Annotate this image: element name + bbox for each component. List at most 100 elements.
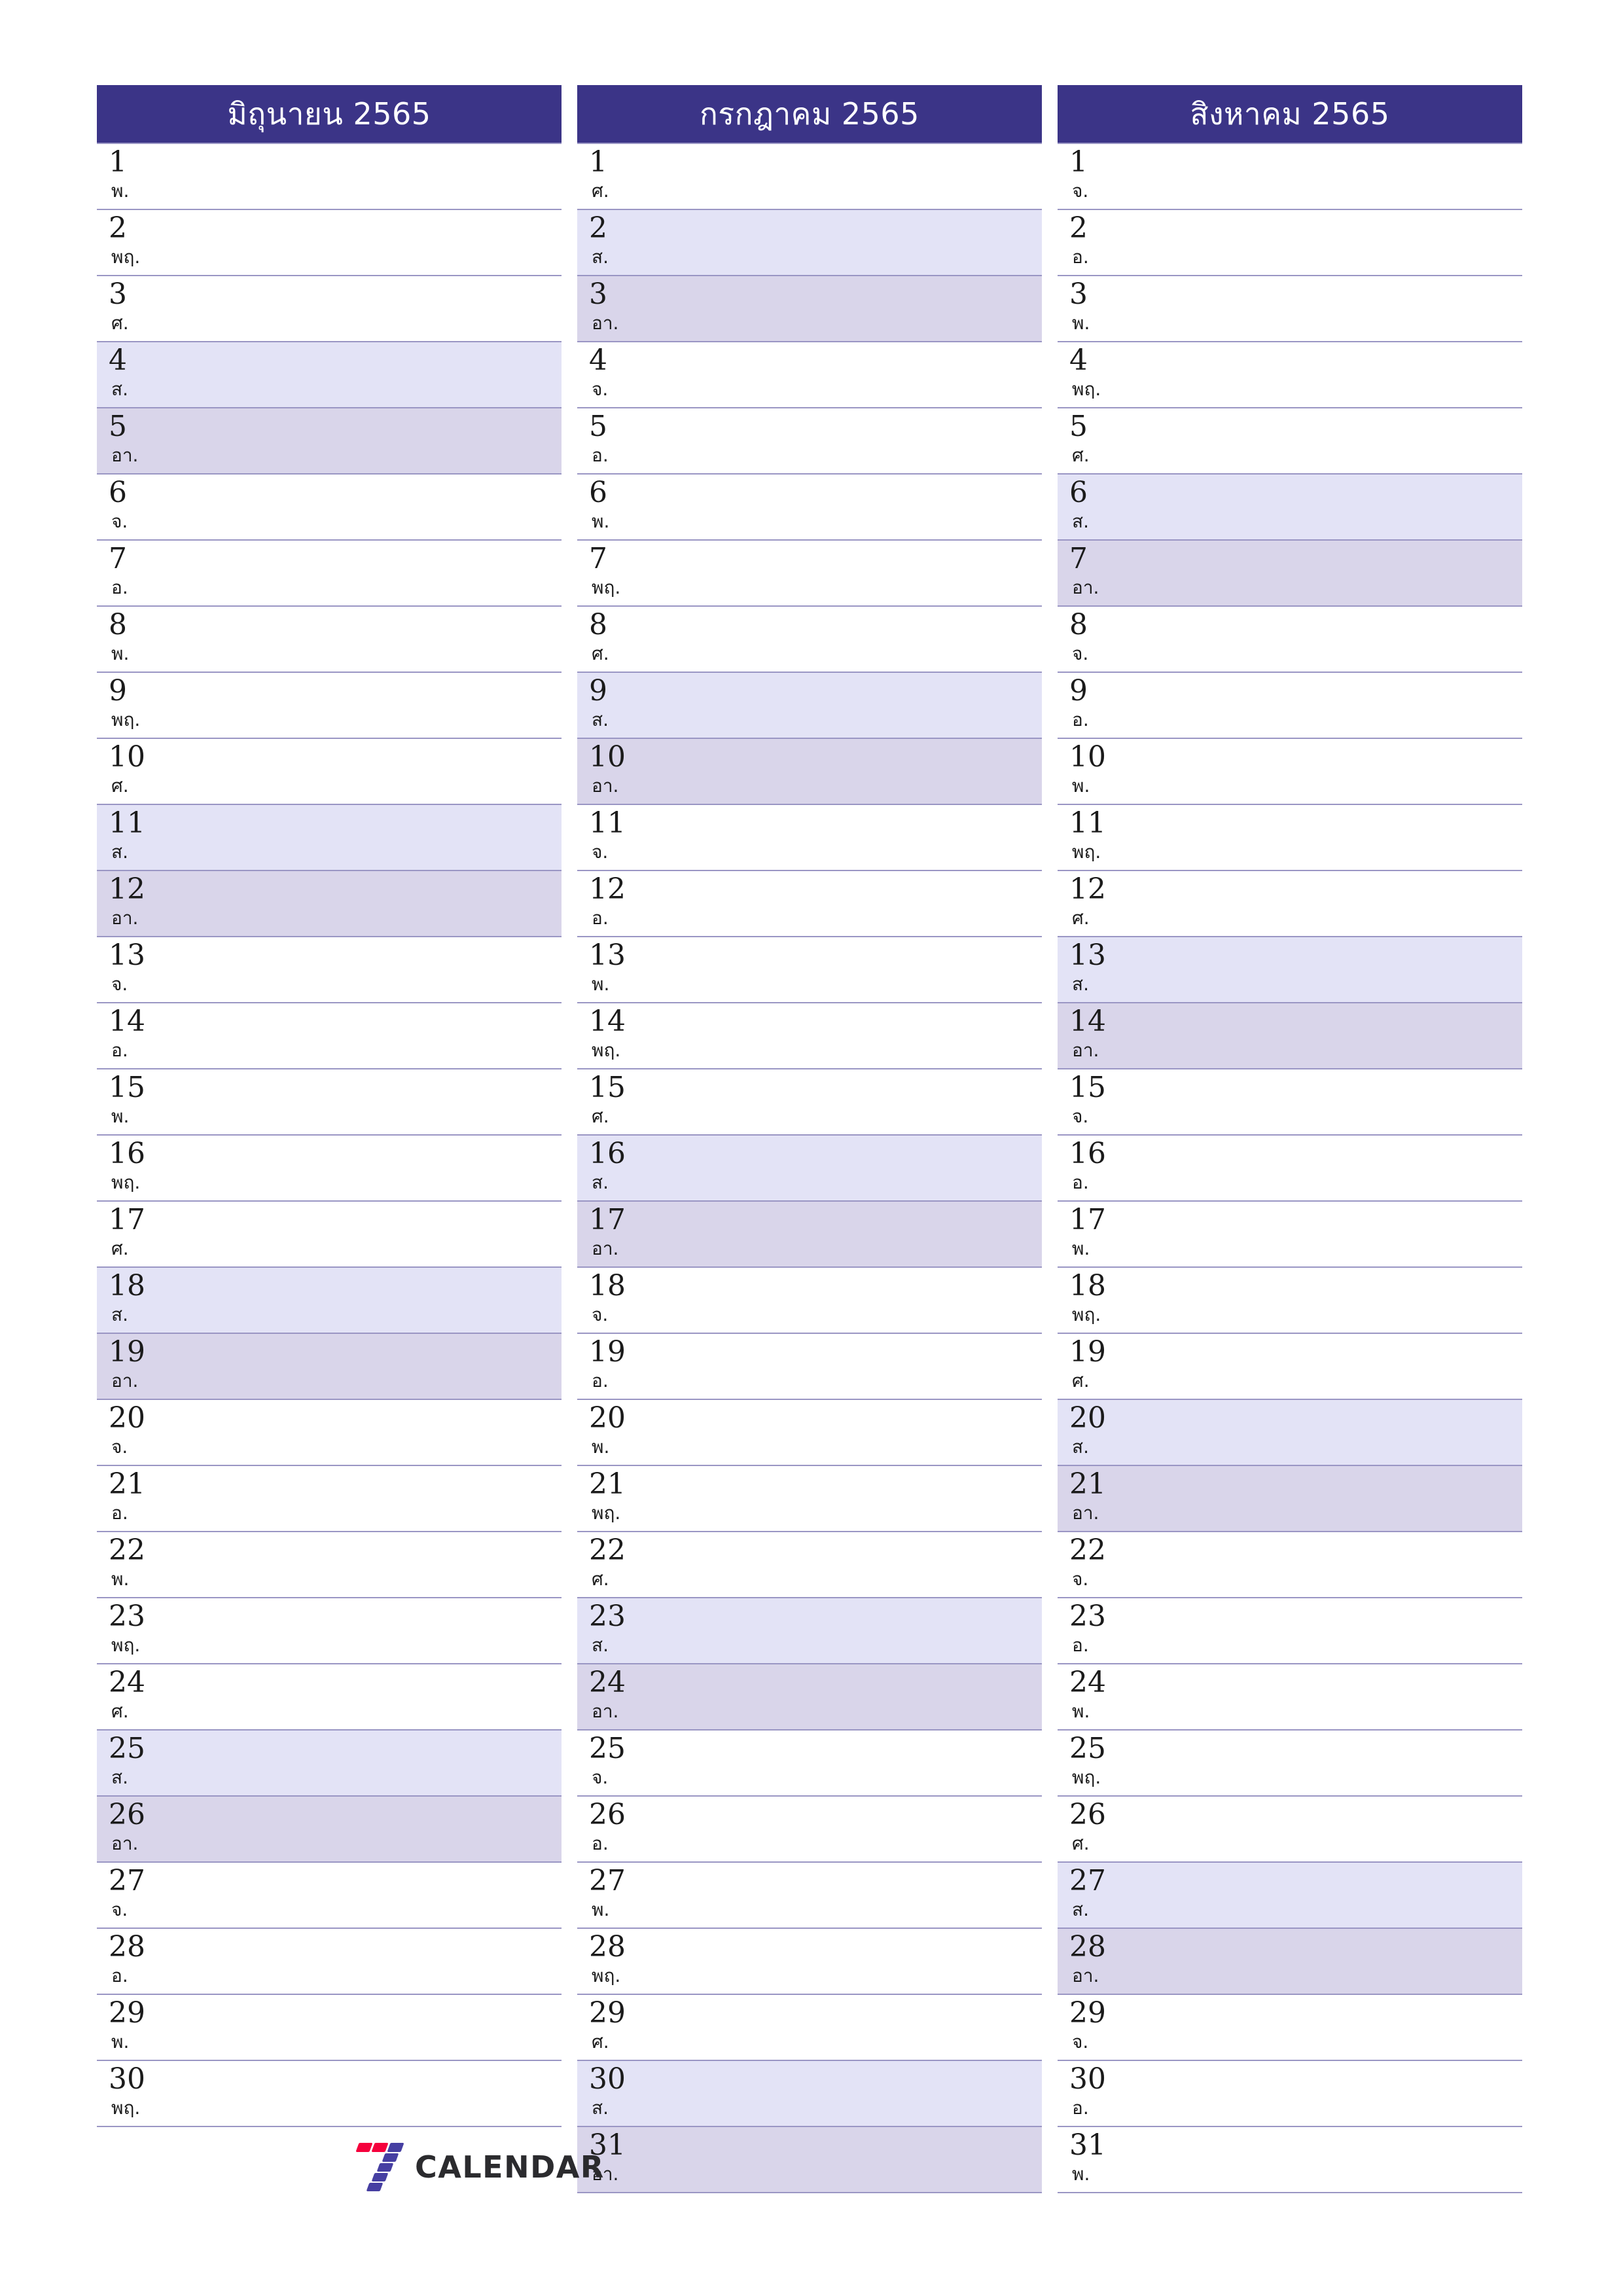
day-row[interactable]: 24 อา. — [577, 1664, 1042, 1731]
day-row[interactable]: 2 พฤ. — [97, 210, 562, 276]
day-row[interactable]: 28 อ. — [97, 1929, 562, 1995]
day-row[interactable]: 30 อ. — [1058, 2061, 1522, 2127]
day-row[interactable]: 9 ส. — [577, 673, 1042, 739]
day-row[interactable]: 21 อา. — [1058, 1466, 1522, 1532]
day-row[interactable]: 22 ศ. — [577, 1532, 1042, 1598]
day-row[interactable]: 17 อา. — [577, 1202, 1042, 1268]
day-row[interactable]: 16 ส. — [577, 1136, 1042, 1202]
day-number: 25 — [1069, 1732, 1106, 1765]
day-row[interactable]: 10 พ. — [1058, 739, 1522, 805]
day-row[interactable]: 15 พ. — [97, 1069, 562, 1136]
day-row[interactable]: 14 อ. — [97, 1003, 562, 1069]
day-row[interactable]: 13 พ. — [577, 937, 1042, 1003]
day-row[interactable]: 22 จ. — [1058, 1532, 1522, 1598]
day-weekday-abbr: อ. — [111, 1965, 128, 1986]
day-row[interactable]: 10 อา. — [577, 739, 1042, 805]
day-row[interactable]: 19 อา. — [97, 1334, 562, 1400]
day-row[interactable]: 4 จ. — [577, 342, 1042, 408]
day-row[interactable]: 16 พฤ. — [97, 1136, 562, 1202]
day-row[interactable]: 19 ศ. — [1058, 1334, 1522, 1400]
day-row[interactable]: 29 พ. — [97, 1995, 562, 2061]
day-row[interactable]: 26 ศ. — [1058, 1797, 1522, 1863]
day-row[interactable]: 13 ส. — [1058, 937, 1522, 1003]
day-row[interactable]: 3 อา. — [577, 276, 1042, 342]
day-row[interactable]: 31 อา. — [577, 2127, 1042, 2193]
day-row[interactable]: 29 ศ. — [577, 1995, 1042, 2061]
day-row[interactable]: 9 พฤ. — [97, 673, 562, 739]
day-row[interactable]: 6 พ. — [577, 475, 1042, 541]
day-row[interactable]: 8 จ. — [1058, 607, 1522, 673]
day-row[interactable]: 15 ศ. — [577, 1069, 1042, 1136]
day-row[interactable]: 7 อา. — [1058, 541, 1522, 607]
day-row[interactable]: 7 พฤ. — [577, 541, 1042, 607]
day-row[interactable]: 11 ส. — [97, 805, 562, 871]
day-row[interactable]: 4 พฤ. — [1058, 342, 1522, 408]
day-row[interactable]: 7 อ. — [97, 541, 562, 607]
day-row[interactable]: 20 จ. — [97, 1400, 562, 1466]
day-number: 3 — [589, 278, 607, 311]
day-row[interactable]: 6 ส. — [1058, 475, 1522, 541]
day-row[interactable]: 19 อ. — [577, 1334, 1042, 1400]
day-row[interactable]: 15 จ. — [1058, 1069, 1522, 1136]
day-row[interactable]: 20 พ. — [577, 1400, 1042, 1466]
day-row[interactable]: 5 อ. — [577, 408, 1042, 475]
day-row[interactable]: 26 อ. — [577, 1797, 1042, 1863]
day-row[interactable]: 5 อา. — [97, 408, 562, 475]
day-number: 12 — [589, 872, 626, 906]
day-row[interactable]: 17 พ. — [1058, 1202, 1522, 1268]
day-row[interactable]: 3 ศ. — [97, 276, 562, 342]
day-row[interactable]: 10 ศ. — [97, 739, 562, 805]
day-row[interactable]: 24 พ. — [1058, 1664, 1522, 1731]
day-row[interactable]: 25 จ. — [577, 1731, 1042, 1797]
day-row[interactable]: 26 อา. — [97, 1797, 562, 1863]
day-row[interactable]: 12 อา. — [97, 871, 562, 937]
day-row[interactable]: 2 ส. — [577, 210, 1042, 276]
day-row[interactable]: 21 อ. — [97, 1466, 562, 1532]
day-row[interactable]: 29 จ. — [1058, 1995, 1522, 2061]
day-row[interactable]: 1 ศ. — [577, 144, 1042, 210]
day-row[interactable]: 23 ส. — [577, 1598, 1042, 1664]
day-row[interactable]: 3 พ. — [1058, 276, 1522, 342]
day-row[interactable]: 25 ส. — [97, 1731, 562, 1797]
day-row[interactable]: 1 จ. — [1058, 144, 1522, 210]
day-row[interactable]: 16 อ. — [1058, 1136, 1522, 1202]
day-row[interactable]: 24 ศ. — [97, 1664, 562, 1731]
day-row[interactable]: 23 พฤ. — [97, 1598, 562, 1664]
day-row[interactable]: 22 พ. — [97, 1532, 562, 1598]
day-row[interactable]: 30 พฤ. — [97, 2061, 562, 2127]
brand-logo: CALENDAR — [347, 2142, 605, 2193]
day-row[interactable]: 20 ส. — [1058, 1400, 1522, 1466]
day-number: 12 — [1069, 872, 1106, 906]
day-row[interactable]: 11 จ. — [577, 805, 1042, 871]
day-row[interactable]: 21 พฤ. — [577, 1466, 1042, 1532]
day-row[interactable]: 25 พฤ. — [1058, 1731, 1522, 1797]
day-row[interactable]: 18 จ. — [577, 1268, 1042, 1334]
day-row[interactable]: 30 ส. — [577, 2061, 1042, 2127]
day-number: 25 — [589, 1732, 626, 1765]
day-row[interactable]: 8 ศ. — [577, 607, 1042, 673]
day-row[interactable]: 8 พ. — [97, 607, 562, 673]
day-row[interactable]: 13 จ. — [97, 937, 562, 1003]
day-row[interactable]: 11 พฤ. — [1058, 805, 1522, 871]
day-row[interactable]: 27 พ. — [577, 1863, 1042, 1929]
day-row[interactable]: 1 พ. — [97, 144, 562, 210]
day-number: 22 — [109, 1534, 145, 1567]
day-row[interactable]: 31 พ. — [1058, 2127, 1522, 2193]
day-row[interactable]: 18 ส. — [97, 1268, 562, 1334]
day-row[interactable]: 9 อ. — [1058, 673, 1522, 739]
day-row[interactable]: 14 พฤ. — [577, 1003, 1042, 1069]
day-row[interactable]: 5 ศ. — [1058, 408, 1522, 475]
day-row[interactable]: 27 จ. — [97, 1863, 562, 1929]
day-row[interactable]: 17 ศ. — [97, 1202, 562, 1268]
day-row[interactable]: 6 จ. — [97, 475, 562, 541]
day-row[interactable]: 14 อา. — [1058, 1003, 1522, 1069]
day-row[interactable]: 27 ส. — [1058, 1863, 1522, 1929]
day-row[interactable]: 23 อ. — [1058, 1598, 1522, 1664]
day-row[interactable]: 2 อ. — [1058, 210, 1522, 276]
day-row[interactable]: 28 อา. — [1058, 1929, 1522, 1995]
day-row[interactable]: 18 พฤ. — [1058, 1268, 1522, 1334]
day-row[interactable]: 4 ส. — [97, 342, 562, 408]
day-row[interactable]: 28 พฤ. — [577, 1929, 1042, 1995]
day-row[interactable]: 12 ศ. — [1058, 871, 1522, 937]
day-row[interactable]: 12 อ. — [577, 871, 1042, 937]
